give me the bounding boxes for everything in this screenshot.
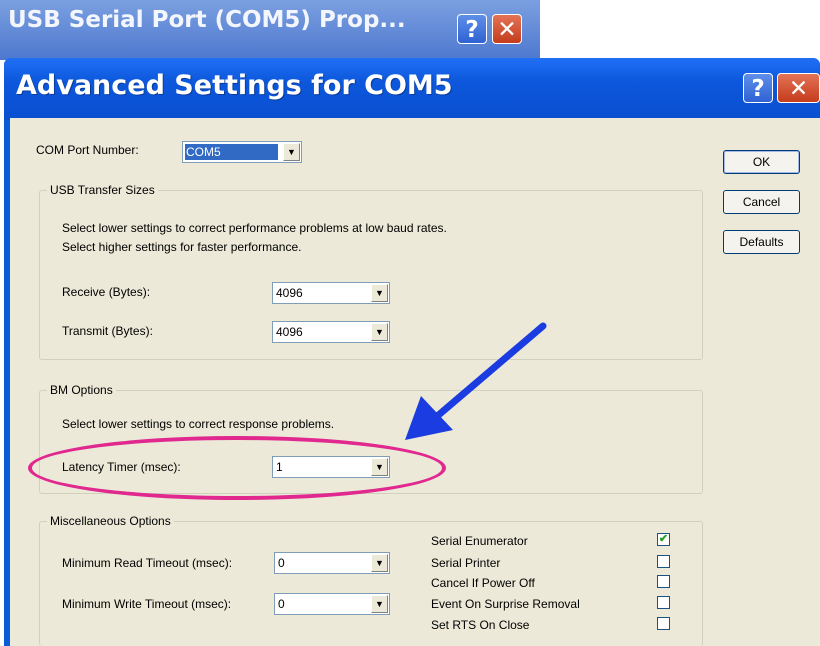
com-port-label: COM Port Number: — [36, 143, 139, 157]
dialog-close-button[interactable]: ✕ — [777, 73, 820, 103]
bm-options-help-line: Select lower settings to correct respons… — [62, 417, 335, 431]
min-write-timeout-select[interactable]: 0 ▼ — [274, 593, 390, 615]
min-write-timeout-value: 0 — [278, 597, 285, 611]
receive-bytes-value: 4096 — [276, 286, 303, 300]
event-on-surprise-removal-label: Event On Surprise Removal — [431, 597, 580, 611]
receive-bytes-select[interactable]: 4096 ▼ — [272, 282, 390, 304]
misc-options-group — [39, 521, 703, 646]
serial-printer-checkbox[interactable] — [657, 555, 670, 568]
chevron-down-icon[interactable]: ▼ — [371, 284, 388, 302]
misc-options-title: Miscellaneous Options — [47, 514, 174, 528]
usb-transfer-help-line1: Select lower settings to correct perform… — [62, 221, 447, 235]
bm-options-title: BM Options — [47, 383, 116, 397]
help-icon: ? — [465, 17, 479, 43]
usb-transfer-sizes-title: USB Transfer Sizes — [47, 183, 158, 197]
serial-enumerator-label: Serial Enumerator — [431, 534, 528, 548]
transmit-bytes-label: Transmit (Bytes): — [62, 324, 153, 338]
chevron-down-icon[interactable]: ▼ — [283, 143, 300, 161]
check-icon: ✔ — [658, 533, 669, 545]
chevron-down-icon[interactable]: ▼ — [371, 323, 388, 341]
transmit-bytes-value: 4096 — [276, 325, 303, 339]
serial-printer-label: Serial Printer — [431, 556, 501, 570]
com-port-value: COM5 — [186, 145, 221, 159]
cancel-if-power-off-label: Cancel If Power Off — [431, 576, 535, 590]
usb-transfer-help-line2: Select higher settings for faster perfor… — [62, 240, 302, 254]
event-on-surprise-removal-checkbox[interactable] — [657, 596, 670, 609]
set-rts-on-close-label: Set RTS On Close — [431, 618, 530, 632]
cancel-button[interactable]: Cancel — [723, 190, 800, 214]
min-write-timeout-label: Minimum Write Timeout (msec): — [62, 597, 232, 611]
arrow-shaft — [431, 322, 547, 422]
highlight-ellipse-annotation — [28, 436, 446, 500]
dialog-help-button[interactable]: ? — [743, 73, 773, 103]
transmit-bytes-select[interactable]: 4096 ▼ — [272, 321, 390, 343]
arrow-head — [405, 396, 453, 440]
cancel-if-power-off-checkbox[interactable] — [657, 575, 670, 588]
chevron-down-icon[interactable]: ▼ — [371, 595, 388, 613]
help-icon: ? — [751, 76, 765, 102]
background-window-title: USB Serial Port (COM5) Prop... — [8, 7, 406, 33]
close-icon: ✕ — [788, 76, 809, 102]
com-port-select[interactable]: COM5 ▼ — [182, 141, 302, 163]
min-read-timeout-label: Minimum Read Timeout (msec): — [62, 556, 233, 570]
arrow-annotation — [405, 322, 547, 440]
serial-enumerator-checkbox[interactable]: ✔ — [657, 533, 670, 546]
dialog-title: Advanced Settings for COM5 — [16, 70, 453, 101]
ok-button[interactable]: OK — [723, 150, 800, 174]
background-help-button[interactable]: ? — [457, 14, 487, 44]
set-rts-on-close-checkbox[interactable] — [657, 617, 670, 630]
defaults-button[interactable]: Defaults — [723, 230, 800, 254]
min-read-timeout-value: 0 — [278, 556, 285, 570]
min-read-timeout-select[interactable]: 0 ▼ — [274, 552, 390, 574]
close-icon: ✕ — [497, 17, 517, 43]
receive-bytes-label: Receive (Bytes): — [62, 285, 151, 299]
chevron-down-icon[interactable]: ▼ — [371, 554, 388, 572]
background-close-button[interactable]: ✕ — [492, 14, 522, 44]
